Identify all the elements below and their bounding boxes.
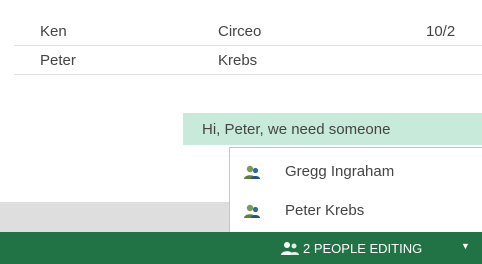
editor-item-peter-krebs[interactable]: Peter Krebs xyxy=(230,193,482,229)
people-icon xyxy=(281,242,299,255)
comment-cell[interactable]: Hi, Peter, we need someone xyxy=(183,113,482,145)
first-name-cell[interactable]: Ken xyxy=(40,23,67,40)
editor-item-gregg-ingraham[interactable]: Gregg Ingraham xyxy=(230,154,482,190)
people-editing-label: 2 PEOPLE EDITING xyxy=(303,241,423,256)
editors-popup: Gregg Ingraham Peter Krebs xyxy=(229,147,482,233)
worksheet-view: Ken Circeo 10/2 Peter Krebs Hi, Peter, w… xyxy=(0,0,482,264)
table-row[interactable]: Peter Krebs xyxy=(14,46,482,75)
last-name-cell[interactable]: Krebs xyxy=(218,52,257,69)
comment-text: Hi, Peter, we need someone xyxy=(202,121,391,138)
person-icon xyxy=(244,165,260,179)
people-editing-button[interactable]: 2 PEOPLE EDITING ▼ xyxy=(268,232,482,264)
first-name-cell[interactable]: Peter xyxy=(40,52,76,69)
last-name-cell[interactable]: Circeo xyxy=(218,23,261,40)
status-bar: 2 PEOPLE EDITING ▼ xyxy=(0,232,482,264)
editor-name: Gregg Ingraham xyxy=(285,163,395,180)
chevron-down-icon: ▼ xyxy=(461,241,470,251)
date-cell[interactable]: 10/2 xyxy=(426,23,482,40)
editor-name: Peter Krebs xyxy=(285,202,365,219)
table-row[interactable]: Ken Circeo 10/2 xyxy=(14,17,482,46)
person-icon xyxy=(244,204,260,218)
